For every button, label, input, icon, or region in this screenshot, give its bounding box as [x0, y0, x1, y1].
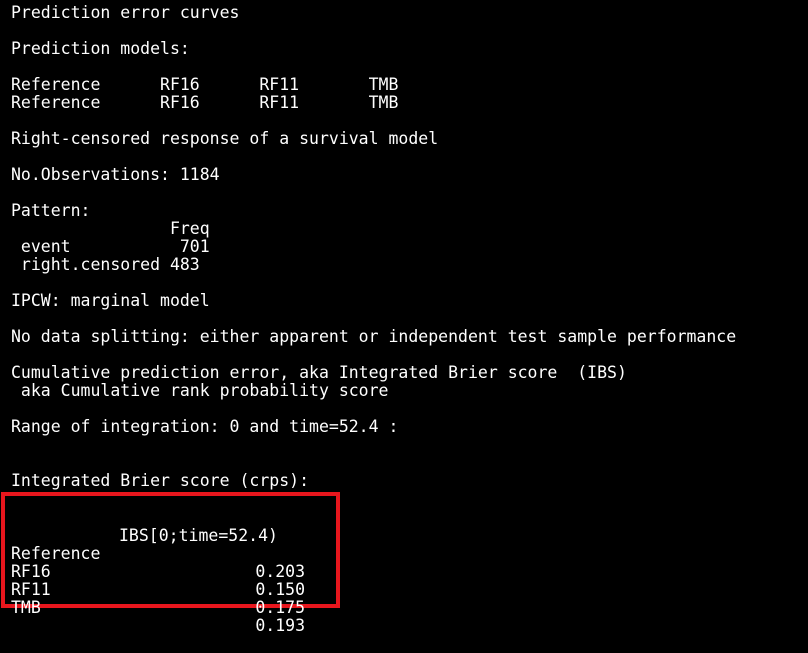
models-row: Reference RF16 RF11 TMB: [11, 75, 399, 94]
ibs-header-row: IBS[0;time=52.4): [11, 509, 311, 545]
ibs-value: 0.193: [255, 616, 305, 635]
ibs-value: 0.175: [255, 598, 305, 617]
table-row: RF16 0.150: [11, 545, 311, 599]
response-line: Right-censored response of a survival mo…: [11, 129, 439, 148]
table-row: Reference 0.203: [11, 527, 311, 581]
ipcw-line: IPCW: marginal model: [11, 291, 210, 310]
cumulative-line: Cumulative prediction error, aka Integra…: [11, 363, 627, 382]
ibs-heading: Integrated Brier score (crps):: [11, 471, 310, 490]
splitting-line: No data splitting: either apparent or in…: [11, 327, 737, 346]
table-row: TMB 0.193: [11, 581, 311, 635]
console-output: Prediction error curves Prediction model…: [11, 4, 808, 490]
table-row: RF11 0.175: [11, 563, 311, 617]
pattern-censored-row: right.censored 483: [11, 255, 200, 274]
output-title: Prediction error curves: [11, 3, 240, 22]
models-row: Reference RF16 RF11 TMB: [11, 93, 399, 112]
model-name: TMB: [11, 598, 41, 617]
pattern-event-row: event 701: [11, 237, 210, 256]
range-line: Range of integration: 0 and time=52.4 :: [11, 417, 399, 436]
observations-line: No.Observations: 1184: [11, 165, 220, 184]
pattern-freq-header: Freq: [11, 219, 210, 238]
ibs-table: IBS[0;time=52.4) Reference 0.203 RF16 0.…: [11, 509, 311, 635]
pattern-heading: Pattern:: [11, 201, 91, 220]
cumulative-line: aka Cumulative rank probability score: [11, 381, 389, 400]
models-heading: Prediction models:: [11, 39, 190, 58]
